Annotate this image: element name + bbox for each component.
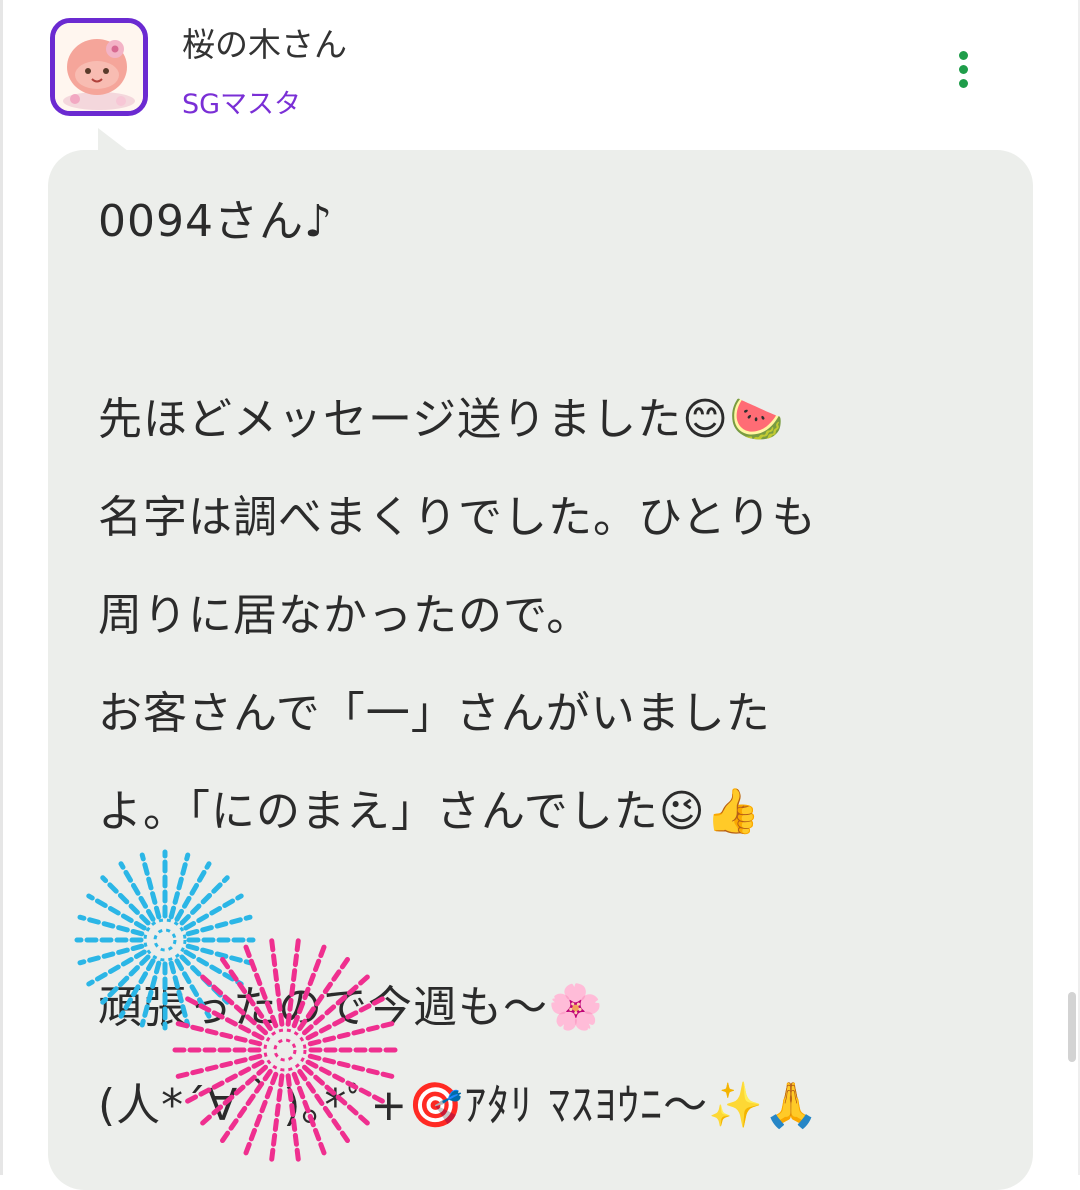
message-line: お客さんで「一」さんがいました bbox=[98, 688, 771, 739]
message-line: 周りに居なかったので。 bbox=[98, 590, 592, 641]
user-role-badge: SGマスタ bbox=[182, 89, 302, 120]
left-divider bbox=[0, 0, 3, 1175]
scrollbar[interactable] bbox=[1068, 992, 1076, 1062]
message-line: よ。「にのまえ」さんでした😉👍 bbox=[98, 786, 762, 837]
message-line: 0094さん♪ bbox=[98, 196, 334, 247]
avatar-character-icon bbox=[55, 23, 143, 111]
more-options-button[interactable] bbox=[948, 44, 978, 94]
user-avatar[interactable] bbox=[50, 18, 148, 116]
message-line: 名字は調べまくりでした。ひとりも bbox=[98, 492, 817, 543]
message-line: 頑張ったので今週も〜🌸 bbox=[98, 982, 604, 1033]
more-vertical-icon bbox=[958, 50, 968, 60]
user-name[interactable]: 桜の木さん bbox=[182, 18, 347, 66]
message-line: 先ほどメッセージ送りました😊🍉 bbox=[98, 394, 785, 445]
message-line: (人*´∀｀)｡*ﾟ+🎯ｱﾀﾘ ﾏｽﾖｳﾆ〜✨🙏 bbox=[98, 1080, 820, 1131]
